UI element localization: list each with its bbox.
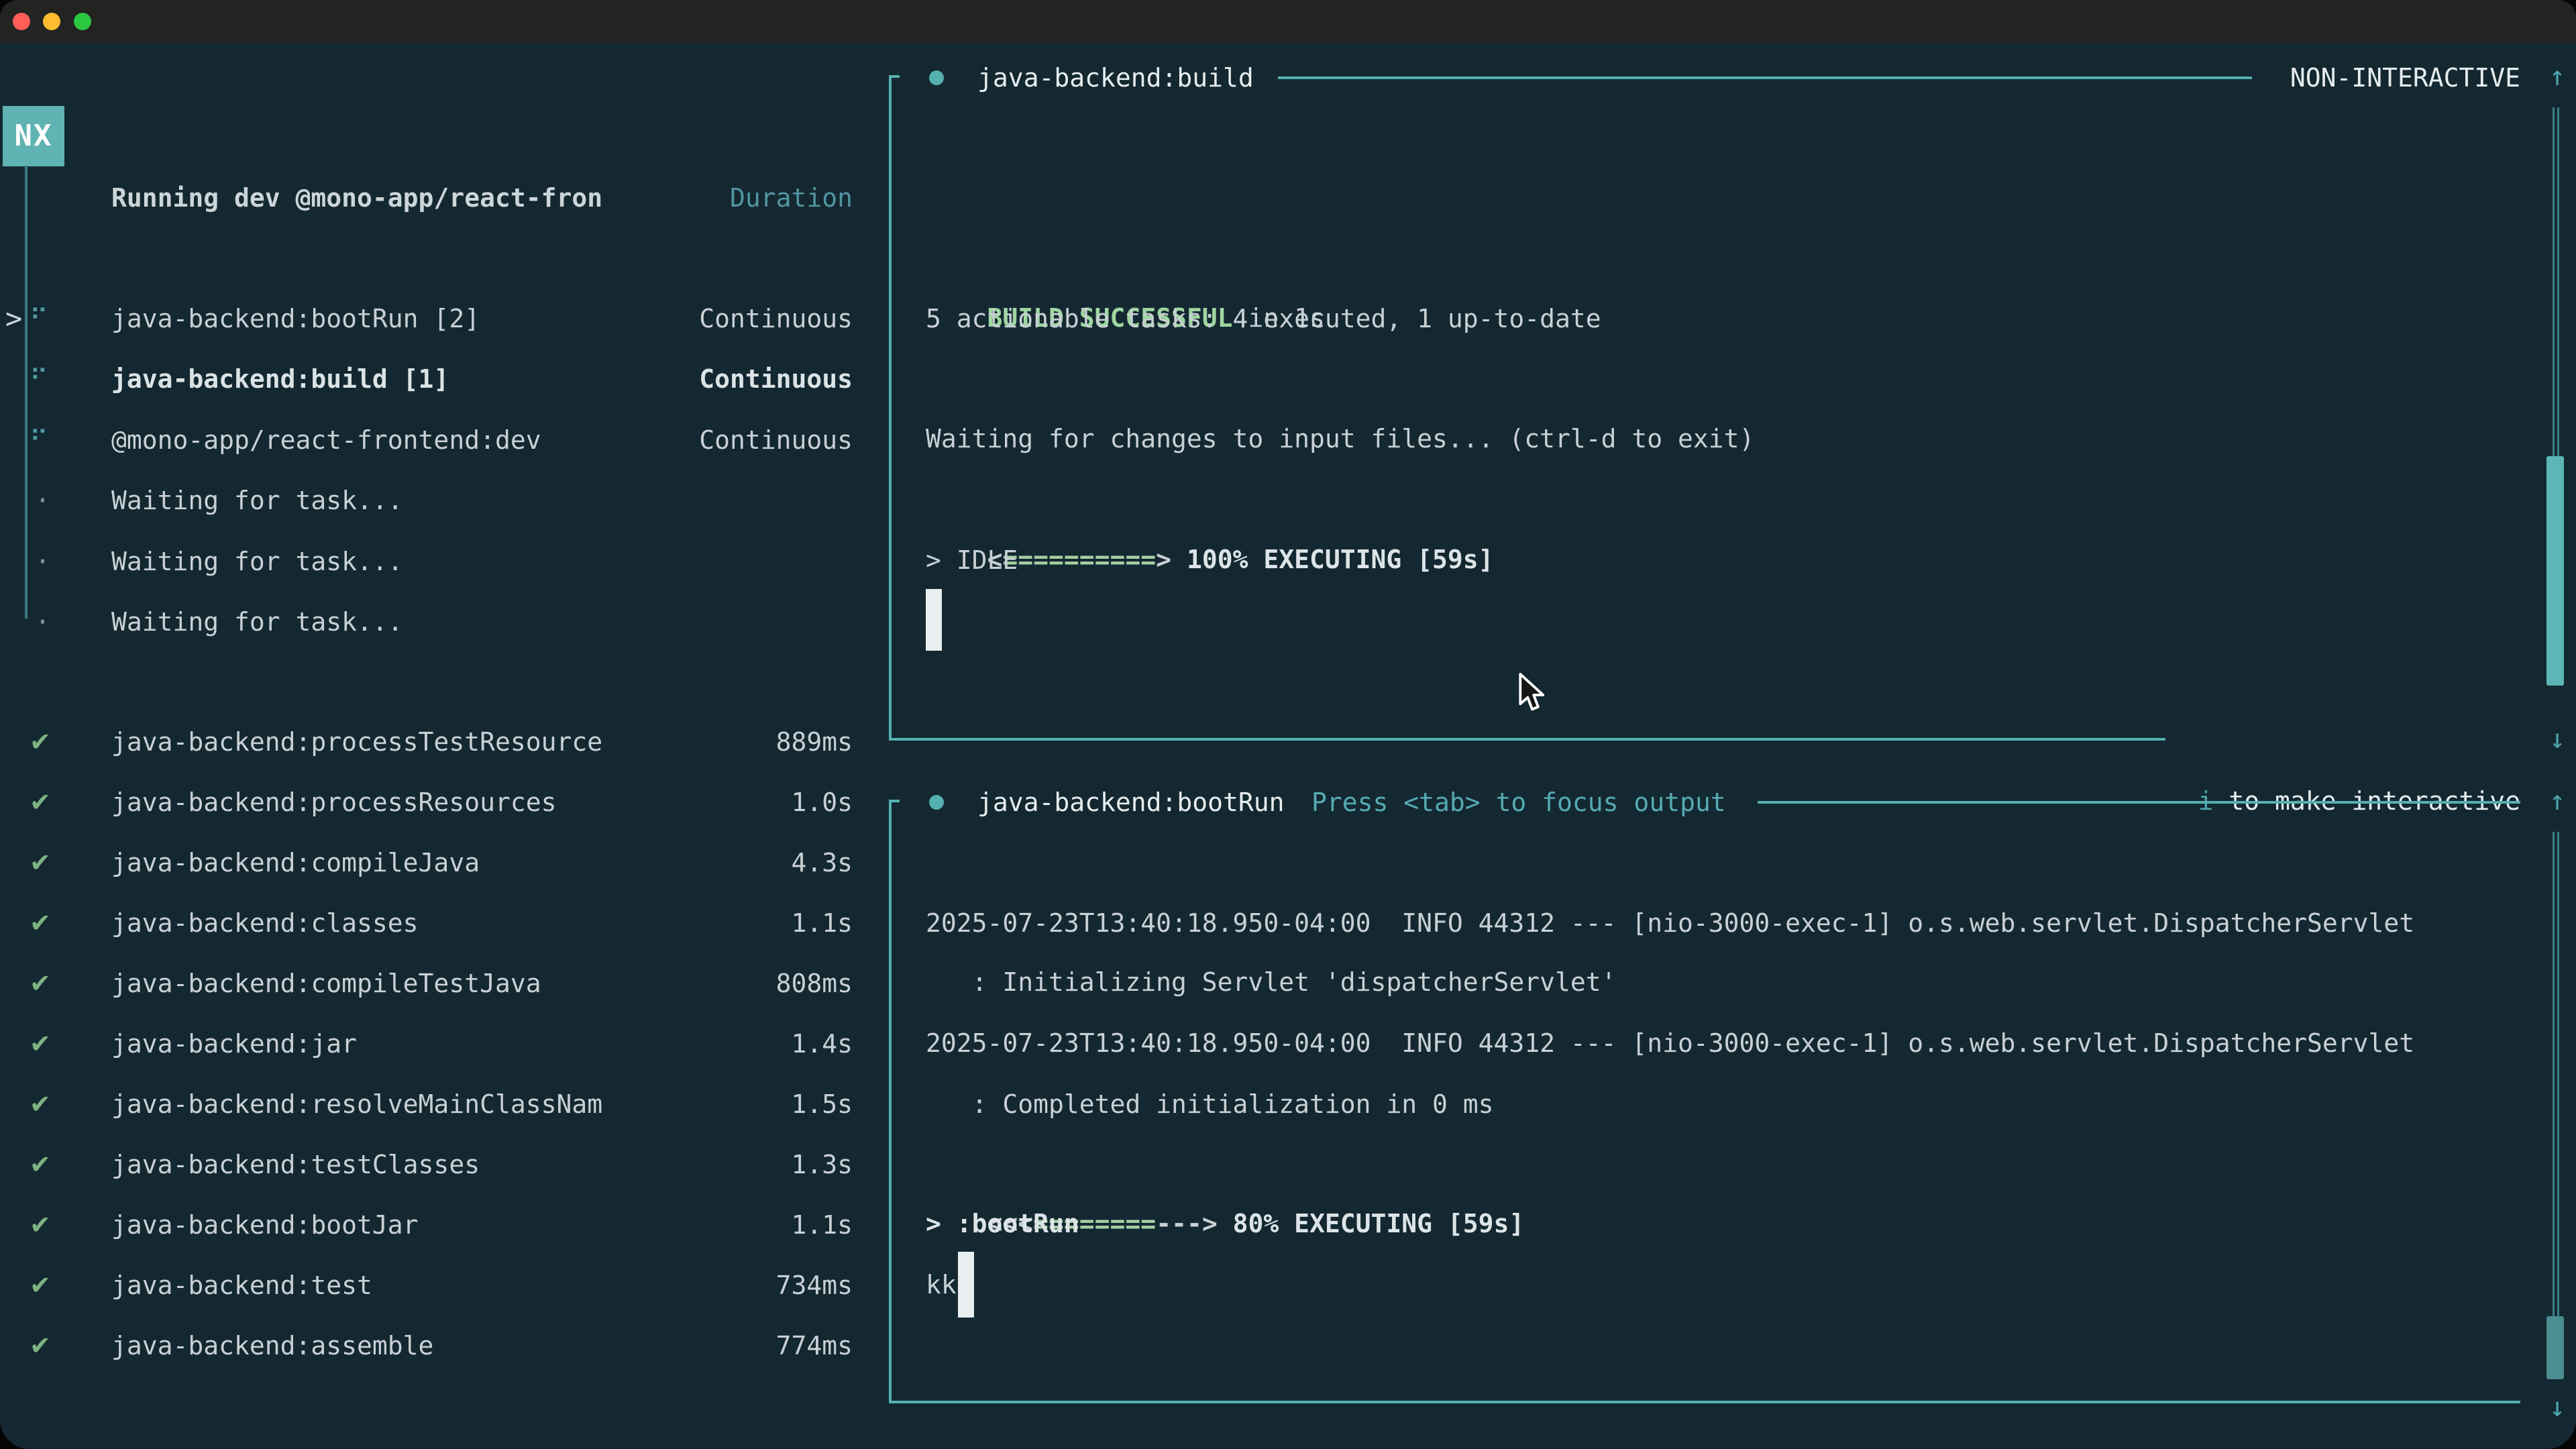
progress-label: 80% EXECUTING [59s]: [1233, 1209, 1525, 1238]
build-panel-bottom-border: [889, 738, 2165, 741]
sidebar-title: Running dev @mono-app/react-fron: [111, 168, 602, 228]
build-panel-left-border: [889, 75, 892, 741]
completed-task-row[interactable]: ✔java-backend:processTestResource889ms: [0, 651, 853, 712]
progress-label: 100% EXECUTING [59s]: [1187, 545, 1494, 574]
build-success-line: BUILD SUCCESSFUL in 1s: [926, 227, 1325, 288]
build-terminal-cursor: [926, 589, 942, 651]
completed-task-row[interactable]: ✔java-backend:jar1.4s: [0, 953, 853, 1014]
completed-task-row[interactable]: ✔java-backend:processResources1.0s: [0, 712, 853, 772]
duration-header: Duration: [730, 183, 853, 213]
zoom-button[interactable]: [74, 13, 91, 30]
progress-bracket-right: >: [1156, 545, 1187, 574]
mouse-cursor: [1517, 672, 1547, 714]
task-label: java-backend:assemble: [111, 1316, 433, 1376]
completed-task-row[interactable]: ✔java-backend:test734ms: [0, 1195, 853, 1255]
close-button[interactable]: [13, 13, 30, 30]
check-icon: ✔: [30, 1316, 51, 1376]
task-row-frontend-dev[interactable]: ⠋@mono-app/react-frontend:devContinuous: [0, 350, 853, 410]
bootrun-scrollbar-thumb[interactable]: [2546, 1316, 2564, 1379]
build-summary-line: 5 actionable tasks: 4 executed, 1 up-to-…: [926, 288, 1601, 349]
build-panel-title: java-backend:build: [977, 48, 1254, 108]
build-panel-header-rule: [1278, 76, 2252, 79]
bootrun-panel-bottom-border: [889, 1401, 2520, 1403]
completed-task-row[interactable]: ✔java-backend:bootJar1.1s: [0, 1134, 853, 1195]
log-line: : Completed initialization in 0 ms: [926, 1074, 1493, 1134]
bootrun-panel-header-rule: [1758, 801, 2520, 804]
task-row-waiting: ·Waiting for task...: [0, 531, 853, 592]
build-panel-bullet-icon: [929, 70, 944, 85]
log-line: : Initializing Servlet 'dispatcherServle…: [926, 952, 1617, 1012]
focus-output-hint: Press <tab> to focus output: [1311, 772, 1726, 833]
terminal-window: NX Running dev @mono-app/react-fronDurat…: [0, 0, 2576, 1449]
keybind-hints: quit: q help: ?: [0, 1375, 853, 1436]
task-duration: 774ms: [776, 1331, 853, 1360]
log-line: 2025-07-23T13:40:18.950-04:00 INFO 44312…: [926, 1013, 2414, 1073]
bootrun-panel-title: java-backend:bootRun: [977, 772, 1285, 833]
task-label: Waiting for task...: [111, 592, 403, 652]
task-row-waiting: ·Waiting for task...: [0, 471, 853, 531]
completed-task-row[interactable]: ✔java-backend:classes1.1s: [0, 833, 853, 893]
completed-task-row[interactable]: ✔java-backend:assemble774ms: [0, 1255, 853, 1316]
build-idle-line: > IDLE: [926, 530, 1018, 590]
bootrun-panel-bullet-icon: [929, 795, 944, 810]
progress-dashes: --->: [1156, 1209, 1232, 1238]
bootrun-input-line[interactable]: kk: [926, 1254, 957, 1315]
build-scrollbar-track[interactable]: [2553, 107, 2559, 458]
task-row-bootrun[interactable]: ⠋java-backend:bootRun [2]Continuous: [0, 228, 853, 288]
build-scrollbar-thumb[interactable]: [2546, 456, 2564, 686]
bootrun-terminal-cursor: [958, 1252, 974, 1318]
bootrun-panel-left-border: [889, 800, 892, 1403]
minimize-button[interactable]: [43, 13, 60, 30]
build-progress-line: <==========> 100% EXECUTING [59s]: [926, 469, 1494, 529]
interactive-hint: i to make interactive: [2137, 710, 2520, 771]
completed-task-row[interactable]: ✔java-backend:resolveMainClassNam1.5s: [0, 1014, 853, 1074]
task-row-build-selected[interactable]: ⠋java-backend:build [1]Continuous: [0, 288, 853, 349]
bootrun-scroll-up-icon[interactable]: ↑: [2542, 771, 2573, 831]
log-line: 2025-07-23T13:40:18.950-04:00 INFO 44312…: [926, 893, 2414, 953]
bootrun-scroll-down-icon[interactable]: ↓: [2542, 1377, 2573, 1438]
completed-task-row[interactable]: ✔java-backend:compileJava4.3s: [0, 772, 853, 833]
bootrun-scrollbar-track[interactable]: [2553, 832, 2559, 1318]
non-interactive-badge: NON-INTERACTIVE: [2290, 48, 2520, 108]
completed-task-row[interactable]: ✔java-backend:testClasses1.3s: [0, 1074, 853, 1134]
build-scroll-down-icon[interactable]: ↓: [2542, 709, 2573, 769]
completed-task-row[interactable]: ✔java-backend:compileTestJava808ms: [0, 893, 853, 953]
pending-dot-icon: ·: [35, 592, 50, 652]
bootrun-command-line: > :bootRun: [926, 1193, 1079, 1254]
build-scroll-up-icon[interactable]: ↑: [2542, 46, 2573, 107]
titlebar: [0, 0, 2576, 43]
bootrun-progress-line: <<<========---> 80% EXECUTING [59s]: [926, 1133, 1524, 1193]
progress-bar: ==========: [1002, 545, 1156, 574]
task-row-waiting: ·Waiting for task...: [0, 410, 853, 470]
build-waiting-line: Waiting for changes to input files... (c…: [926, 409, 1754, 469]
sidebar-header: Running dev @mono-app/react-fronDuration: [0, 107, 853, 168]
